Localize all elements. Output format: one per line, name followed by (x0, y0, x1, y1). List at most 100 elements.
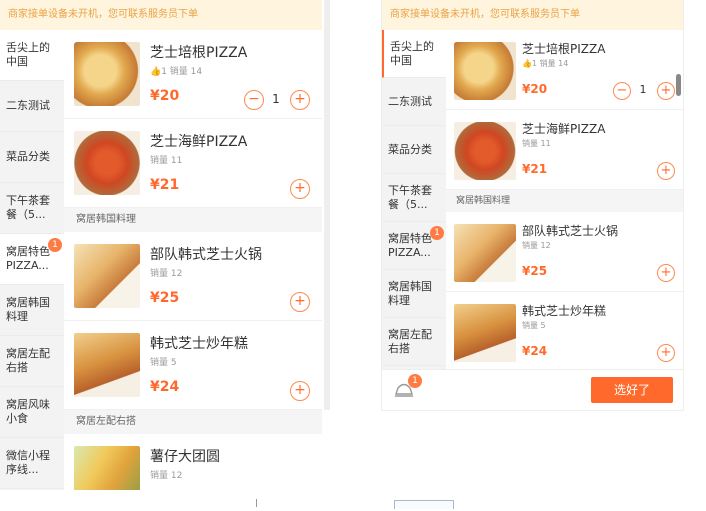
dish-sales: 销量 11 (150, 156, 183, 166)
sidebar-item-snacks[interactable]: 窝居风味小食 (0, 387, 64, 438)
add-button[interactable]: + (290, 179, 310, 199)
dish-sales: 👍1 销量 14 (150, 67, 203, 77)
add-button[interactable]: + (290, 381, 310, 401)
sidebar-item-korean[interactable]: 窝居韩国料理 (382, 270, 446, 318)
add-button[interactable]: + (657, 162, 675, 180)
list-item[interactable]: 韩式芝士炒年糕 销量 5 ¥24 + (446, 292, 683, 370)
sidebar-item-test[interactable]: 二东测试 (382, 78, 446, 126)
list-item[interactable]: 部队韩式芝士火锅 销量 12 ¥25 + (446, 212, 683, 292)
add-button[interactable]: + (290, 292, 310, 312)
sidebar-item-mini-program[interactable]: 微信小程序线... (0, 438, 64, 489)
list-item[interactable]: 芝士海鲜PIZZA 销量 11 ¥21 + (446, 110, 683, 190)
section-header-korean: 窝居韩国料理 (446, 190, 683, 212)
dish-name: 韩式芝士炒年糕 (522, 304, 607, 318)
sidebar-item-label: 窝居韩国料理 (388, 279, 432, 307)
section-header-korean: 窝居韩国料理 (64, 208, 322, 232)
sidebar-item-label: 窝居左配右搭 (388, 327, 432, 355)
category-count-badge: 1 (430, 226, 444, 240)
sidebar-item-mix-match[interactable]: 窝居左配右搭 (382, 318, 446, 366)
sidebar-item-dish-category[interactable]: 菜品分类 (382, 126, 446, 174)
page-bottom-fragment (0, 497, 706, 511)
divider (256, 499, 257, 507)
dish-name: 芝士培根PIZZA (150, 45, 248, 61)
dish-photo (74, 244, 140, 308)
dish-name: 芝士海鲜PIZZA (522, 122, 606, 136)
sidebar-item-afternoon-tea[interactable]: 下午茶套餐（5... (0, 183, 64, 234)
sidebar-item-dish-category[interactable]: 菜品分类 (0, 132, 64, 183)
category-sidebar: 舌尖上的中国 二东测试 菜品分类 下午茶套餐（5... 窝居特色PIZZA...… (382, 30, 446, 370)
cart-footer: 1 选好了 (382, 369, 683, 410)
dish-price: ¥20 (522, 82, 548, 96)
dish-price: ¥24 (522, 344, 548, 358)
sidebar-item-label: 二东测试 (388, 94, 432, 108)
sidebar-item-label: 舌尖上的中国 (390, 39, 434, 67)
device-offline-notice: 商家接单设备未开机，您可联系服务员下单 (382, 0, 683, 30)
add-button[interactable]: + (657, 344, 675, 362)
list-item[interactable]: 韩式芝士炒年糕 销量 5 ¥24 + (64, 321, 322, 410)
partial-button (394, 500, 454, 509)
decrease-button[interactable]: − (244, 90, 264, 110)
sidebar-item-chinese[interactable]: 舌尖上的中国 (0, 30, 64, 81)
decrease-button[interactable]: − (613, 82, 631, 100)
dish-name: 芝士海鲜PIZZA (150, 134, 248, 150)
sidebar-item-label: 下午茶套餐（5... (388, 183, 432, 211)
sidebar-item-chinese[interactable]: 舌尖上的中国 (382, 30, 446, 78)
dish-price: ¥25 (150, 290, 180, 306)
list-item[interactable]: 芝士培根PIZZA 👍1 销量 14 ¥20 − 1 + (446, 30, 683, 110)
sidebar-item-label: 窝居风味小食 (6, 398, 50, 425)
sidebar-item-label: 舌尖上的中国 (6, 41, 50, 68)
sidebar-item-pizza[interactable]: 窝居特色PIZZA... 1 (382, 222, 446, 270)
sidebar-item-test[interactable]: 二东测试 (0, 81, 64, 132)
dish-photo (74, 42, 140, 106)
dish-name: 部队韩式芝士火锅 (522, 224, 619, 238)
list-item[interactable]: 芝士培根PIZZA 👍1 销量 14 ¥20 − 1 + (64, 30, 322, 119)
sidebar-item-label: 微信小程序线... (6, 449, 50, 476)
dish-sales: 销量 12 (150, 471, 183, 481)
add-button[interactable]: + (657, 264, 675, 282)
dish-photo (74, 131, 140, 195)
dish-photo (74, 333, 140, 397)
dish-price: ¥24 (150, 379, 180, 395)
quantity-value: 1 (639, 83, 647, 96)
confirm-selection-button[interactable]: 选好了 (591, 377, 673, 403)
dish-photo (454, 122, 516, 180)
sidebar-item-label: 窝居左配右搭 (6, 347, 50, 374)
add-button[interactable]: + (290, 90, 310, 110)
dish-photo (454, 304, 516, 362)
list-item[interactable]: 部队韩式芝士火锅 销量 12 ¥25 + (64, 232, 322, 321)
dish-sales: 销量 12 (522, 241, 551, 250)
dish-photo (454, 42, 516, 100)
sidebar-item-label: 菜品分类 (6, 150, 50, 163)
dish-list: 芝士培根PIZZA 👍1 销量 14 ¥20 − 1 + 芝士海鲜PIZZA 销… (446, 30, 683, 370)
dish-list: 芝士培根PIZZA 👍1 销量 14 ¥20 − 1 + 芝士海鲜PIZZA 销… (64, 30, 322, 490)
dish-name: 薯仔大团圆 (150, 449, 220, 465)
category-count-badge: 1 (48, 238, 62, 252)
dish-sales: 👍1 销量 14 (522, 59, 569, 68)
divider (324, 0, 330, 410)
sidebar-item-korean[interactable]: 窝居韩国料理 (0, 285, 64, 336)
dish-sales: 销量 12 (150, 269, 183, 279)
dish-photo (74, 446, 140, 490)
dish-sales: 销量 5 (150, 358, 177, 368)
dish-price: ¥21 (150, 177, 180, 193)
dish-photo (454, 224, 516, 282)
dish-sales: 销量 5 (522, 321, 546, 330)
sidebar-item-label: 菜品分类 (388, 142, 432, 156)
dish-name: 韩式芝士炒年糕 (150, 336, 248, 352)
dish-price: ¥25 (522, 264, 548, 278)
list-item[interactable]: 薯仔大团圆 销量 12 (64, 434, 322, 490)
sidebar-item-label: 窝居韩国料理 (6, 296, 50, 323)
dish-price: ¥21 (522, 162, 548, 176)
add-button[interactable]: + (657, 82, 675, 100)
sidebar-item-label: 二东测试 (6, 99, 50, 112)
dish-name: 部队韩式芝士火锅 (150, 247, 262, 263)
dish-sales: 销量 11 (522, 139, 551, 148)
sidebar-item-mix-match[interactable]: 窝居左配右搭 (0, 336, 64, 387)
category-sidebar: 舌尖上的中国 二东测试 菜品分类 下午茶套餐（5... 窝居特色PIZZA...… (0, 30, 64, 490)
sidebar-item-pizza[interactable]: 窝居特色PIZZA... 1 (0, 234, 64, 285)
sidebar-item-afternoon-tea[interactable]: 下午茶套餐（5... (382, 174, 446, 222)
section-header-mix-match: 窝居左配右搭 (64, 410, 322, 434)
cart-count-badge: 1 (408, 374, 422, 388)
list-item[interactable]: 芝士海鲜PIZZA 销量 11 ¥21 + (64, 119, 322, 208)
dish-name: 芝士培根PIZZA (522, 42, 606, 56)
